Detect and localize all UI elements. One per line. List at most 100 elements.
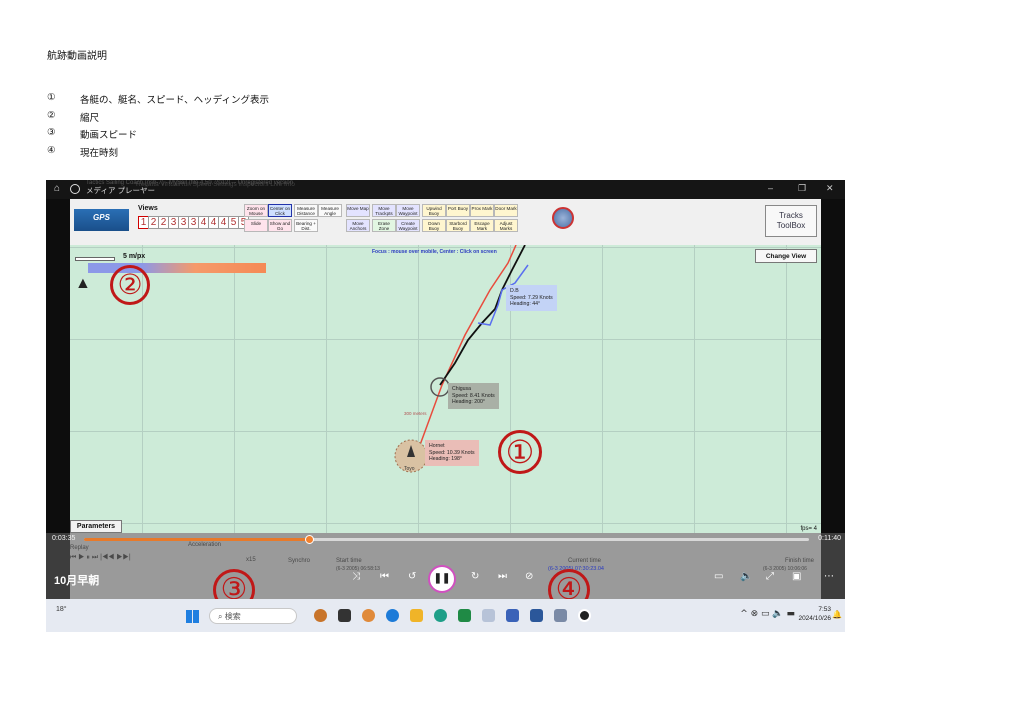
app-icon-4[interactable]: [386, 609, 399, 622]
time-elapsed: 0:03:35: [52, 535, 76, 542]
taskbar-clock[interactable]: 7:53 2024/10/26: [798, 605, 831, 623]
distance-label: 300 meters: [404, 411, 427, 416]
tool-button[interactable]: Move Anchors: [346, 219, 370, 232]
app-logo: GPS: [74, 209, 129, 231]
seek-bar-fill: [84, 538, 309, 541]
maximize-icon[interactable]: ❐: [798, 183, 806, 194]
item-text: 動画スピード: [80, 130, 138, 141]
document-list-item: ② 縮尺: [47, 110, 269, 128]
system-tray-icons[interactable]: ^ ⊗ ▭ 🔈 ▬: [740, 609, 795, 619]
file-explorer-icon[interactable]: [410, 609, 423, 622]
tool-button[interactable]: Move Map: [346, 204, 370, 217]
views-label: Views: [138, 205, 158, 212]
app-icon-8[interactable]: [482, 609, 495, 622]
rewind-10-icon[interactable]: ↺: [408, 571, 416, 582]
next-icon[interactable]: ⏭: [498, 571, 507, 582]
tool-button[interactable]: Prox Mark: [470, 204, 494, 217]
shuffle-icon[interactable]: ⤨: [352, 571, 360, 582]
item-number: ②: [47, 109, 56, 121]
tool-button[interactable]: Escape Mark: [470, 219, 494, 232]
fps-readout: fps= 4: [800, 526, 817, 532]
compass-icon[interactable]: [552, 207, 574, 229]
tool-button[interactable]: Show and Go: [268, 219, 292, 232]
pause-icon: ❚❚: [433, 573, 451, 584]
minimize-icon[interactable]: –: [768, 183, 773, 193]
tool-button[interactable]: Measure Angle: [318, 204, 342, 217]
taskbar-search[interactable]: ⌕ 検索: [209, 608, 297, 624]
start-icon[interactable]: [186, 610, 199, 623]
boat-tag: Toyo: [404, 466, 415, 472]
media-player-icon: [70, 184, 80, 194]
annotation-1: ①: [498, 430, 542, 474]
edge-icon[interactable]: [434, 609, 447, 622]
app-icon-2[interactable]: [338, 609, 351, 622]
tool-button[interactable]: Starbord Buoy: [446, 219, 470, 232]
document-list-item: ③ 動画スピード: [47, 127, 269, 145]
item-text: 縮尺: [80, 112, 100, 124]
tool-button[interactable]: Erase Zone: [372, 219, 396, 232]
time-total: 0:11:40: [818, 535, 841, 542]
volume-icon[interactable]: 🔈: [740, 571, 752, 582]
tool-button[interactable]: Port Buoy: [446, 204, 470, 217]
parameters-tab[interactable]: Parameters: [70, 520, 122, 533]
item-number: ③: [47, 127, 56, 138]
tool-button[interactable]: Bearing + Dist.: [294, 219, 318, 232]
miniplayer-icon[interactable]: ▭: [714, 571, 723, 582]
document-list-item: ④ 現在時刻: [47, 145, 269, 163]
tool-button[interactable]: Door Mark: [494, 204, 518, 217]
app-icon-11[interactable]: [554, 609, 567, 622]
seek-knob[interactable]: [304, 535, 314, 544]
tracks-toolbox-button[interactable]: Tracks ToolBox: [765, 205, 817, 237]
cast-icon[interactable]: ▣: [792, 571, 801, 582]
app-toolbar: GPS Views 12233344455 Zoom on MouseCente…: [70, 199, 821, 245]
tool-button[interactable]: Slide: [244, 219, 268, 232]
track-map[interactable]: Focus : mouse over mobile, Center : Clic…: [70, 245, 821, 533]
tool-button[interactable]: Down Buoy: [422, 219, 446, 232]
tool-button[interactable]: Move Trackpts: [372, 204, 396, 217]
track-hornet: [419, 245, 517, 446]
player-controls-overlay: Replay ⏮ ▶ ⏸ ⏭ |◀◀ ▶▶| Acceleration x15 …: [46, 533, 845, 611]
tool-button[interactable]: Create Waypoint: [396, 219, 420, 232]
track-chigusa: [439, 245, 526, 386]
tool-button[interactable]: Measure Distance: [294, 204, 318, 217]
boat-chigusa-marker: [430, 377, 450, 397]
tracks-layer: [394, 245, 529, 473]
views-selector: 12233344455: [138, 216, 249, 229]
app-icon-9[interactable]: [506, 609, 519, 622]
item-number: ①: [47, 92, 56, 103]
app-icon-10[interactable]: [530, 609, 543, 622]
item-number: ④: [47, 144, 56, 156]
windows-taskbar: 18° ⌕ 検索 ^ ⊗ ▭ 🔈 ▬ 7:53 2024/10/26 🔔: [46, 599, 845, 632]
weather-widget[interactable]: 18°: [56, 606, 67, 613]
boat-info-db: D.B Speed: 7.29 Knots Heading: 44°: [506, 285, 557, 311]
tool-button[interactable]: Center on Click: [268, 204, 292, 217]
app-menu-ghost: Regatta VirtualRun Speed Settings Inspec…: [136, 181, 295, 188]
fullscreen-icon[interactable]: ⤢: [766, 571, 774, 582]
annotation-2: ②: [110, 265, 150, 305]
more-icon[interactable]: ⋯: [824, 571, 834, 582]
document-list: ① 各艇の、艇名、スピード、ヘッディング表示 ② 縮尺 ③ 動画スピード ④ 現在時刻: [47, 92, 269, 162]
home-icon[interactable]: ⌂: [54, 183, 60, 194]
tool-button[interactable]: Upwind Buoy: [422, 204, 446, 217]
app-icon-3[interactable]: [362, 609, 375, 622]
close-icon[interactable]: ✕: [826, 183, 834, 194]
app-icon-1[interactable]: [314, 609, 327, 622]
boat-info-chigusa: Chigusa Speed: 8.41 Knots Heading: 200°: [448, 383, 499, 409]
tool-button[interactable]: Zoom on Mouse: [244, 204, 268, 217]
seek-bar[interactable]: [84, 535, 809, 544]
screenshot-frame: Tactics Sailing Coach (nsb-7) - MySail (…: [46, 180, 845, 632]
document-title: 航跡動画説明: [47, 51, 107, 62]
repeat-off-icon[interactable]: ⊘: [525, 571, 533, 582]
media-player-task-icon[interactable]: [578, 609, 591, 622]
tool-button[interactable]: Adjust Marks: [494, 219, 518, 232]
previous-icon[interactable]: ⏮: [380, 571, 389, 582]
replay-controls-ghost: ⏮ ▶ ⏸ ⏭ |◀◀ ▶▶|: [70, 554, 131, 561]
media-title: 10月早朝: [54, 575, 100, 587]
item-text: 現在時刻: [80, 147, 119, 159]
tool-button[interactable]: Move Waypoint: [396, 204, 420, 217]
forward-30-icon[interactable]: ↻: [471, 571, 479, 582]
document-list-item: ① 各艇の、艇名、スピード、ヘッディング表示: [47, 92, 269, 110]
excel-icon[interactable]: [458, 609, 471, 622]
notification-bell-icon[interactable]: 🔔: [832, 610, 842, 619]
pause-button[interactable]: ❚❚: [428, 565, 456, 593]
